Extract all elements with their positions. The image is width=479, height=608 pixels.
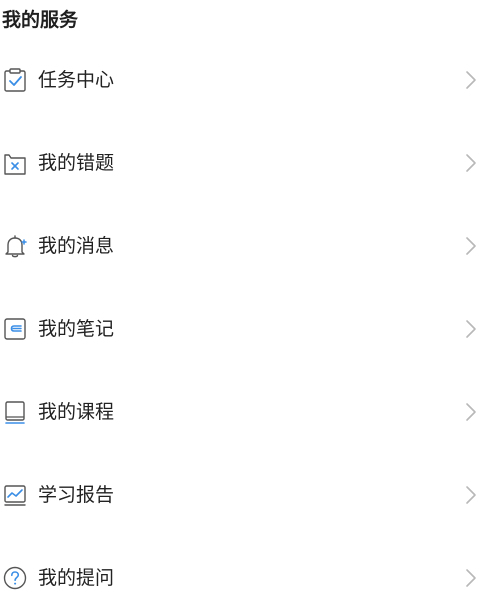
chevron-right-icon [465, 153, 477, 173]
chevron-right-icon [465, 70, 477, 90]
menu-item-my-messages[interactable]: 我的消息 [0, 216, 479, 276]
menu-item-wrong-questions[interactable]: 我的错题 [0, 133, 479, 193]
service-menu-list: 任务中心 我的错题 我的消息 我的笔记 我的课程 学习报告 我的提问 [0, 38, 479, 597]
menu-item-label: 我的笔记 [38, 318, 115, 340]
menu-item-label: 学习报告 [38, 484, 115, 506]
chevron-right-icon [465, 402, 477, 422]
chevron-right-icon [465, 236, 477, 256]
chevron-right-icon [465, 319, 477, 339]
section-title: 我的服务 [2, 9, 79, 31]
menu-item-label: 我的课程 [38, 401, 115, 423]
wrong-question-icon [2, 150, 28, 176]
menu-item-label: 我的错题 [38, 152, 115, 174]
task-clipboard-check-icon [2, 67, 28, 93]
menu-item-task-center[interactable]: 任务中心 [0, 50, 479, 110]
note-icon [2, 316, 28, 342]
report-chart-icon [2, 482, 28, 508]
chevron-right-icon [465, 568, 477, 588]
question-circle-icon [2, 565, 28, 591]
menu-item-study-report[interactable]: 学习报告 [0, 465, 479, 525]
chevron-right-icon [465, 485, 477, 505]
menu-item-label: 任务中心 [38, 69, 115, 91]
menu-item-label: 我的提问 [38, 567, 115, 589]
menu-item-my-questions[interactable]: 我的提问 [0, 548, 479, 608]
course-book-icon [2, 399, 28, 425]
menu-item-label: 我的消息 [38, 235, 115, 257]
menu-item-my-courses[interactable]: 我的课程 [0, 382, 479, 442]
bell-icon [2, 233, 28, 259]
menu-item-my-notes[interactable]: 我的笔记 [0, 299, 479, 359]
